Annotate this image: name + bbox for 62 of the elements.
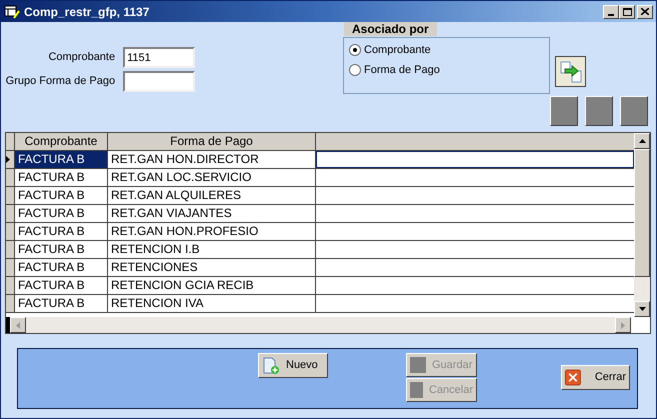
close-icon <box>565 368 581 387</box>
minimize-button[interactable] <box>603 4 619 18</box>
table-cell: FACTURA B <box>15 205 108 222</box>
radio-button[interactable] <box>349 44 361 56</box>
window-title: Comp_restr_gfp, 1137 <box>24 4 150 20</box>
placeholder-icon <box>410 382 423 398</box>
row-pointer-icon <box>6 156 10 163</box>
group-title: Asociado por <box>344 22 437 36</box>
close-form-button[interactable]: Cerrar <box>561 365 630 390</box>
vertical-scrollbar[interactable] <box>634 133 650 317</box>
field-label: Grupo Forma de Pago <box>6 74 116 90</box>
down-arrow-icon[interactable] <box>638 307 646 311</box>
close-button[interactable] <box>637 4 653 18</box>
table-cell: FACTURA B <box>15 151 108 168</box>
table-cell: FACTURA B <box>15 295 108 312</box>
tool-button[interactable] <box>585 96 613 126</box>
grid-corner <box>6 317 10 333</box>
row-selector[interactable] <box>6 223 15 240</box>
table-cell: RET.GAN VIAJANTES <box>108 205 316 222</box>
maximize-icon <box>622 8 632 16</box>
table-cell: FACTURA B <box>15 187 108 204</box>
table-cell: RETENCION IVA <box>108 295 316 312</box>
new-document-icon <box>262 356 280 374</box>
column-header[interactable]: Forma de Pago <box>108 133 316 150</box>
row-selector[interactable] <box>6 259 15 276</box>
new-button[interactable]: Nuevo <box>258 353 328 378</box>
input-field[interactable] <box>123 71 196 92</box>
column-header[interactable]: Comprobante <box>15 133 108 150</box>
transfer-button[interactable] <box>555 56 586 87</box>
table-cell: FACTURA B <box>15 277 108 294</box>
table-cell: RETENCION GCIA RECIB <box>108 277 316 294</box>
table-cell: RET.GAN ALQUILERES <box>108 187 316 204</box>
table-cell: FACTURA B <box>15 241 108 258</box>
table-cell: FACTURA B <box>15 259 108 276</box>
table-icon <box>4 4 20 18</box>
field-label: Comprobante <box>48 50 116 66</box>
tool-button[interactable] <box>620 96 648 126</box>
input-field[interactable]: 1151 <box>123 47 196 68</box>
row-selector[interactable] <box>6 187 15 204</box>
radio-label[interactable]: Forma de Pago <box>364 62 440 78</box>
row-selector[interactable] <box>6 241 15 258</box>
placeholder-icon <box>410 357 426 373</box>
copy-arrow-icon <box>560 60 582 82</box>
tool-button[interactable] <box>550 96 578 126</box>
maximize-button[interactable] <box>619 4 635 18</box>
table-cell: RET.GAN LOC.SERVICIO <box>108 169 316 186</box>
table-cell: FACTURA B <box>15 223 108 240</box>
table-cell: RETENCIONES <box>108 259 316 276</box>
minimize-icon <box>608 14 614 16</box>
table-cell: RET.GAN HON.PROFESIO <box>108 223 316 240</box>
radio-label[interactable]: Comprobante <box>364 42 431 58</box>
row-selector[interactable] <box>6 277 15 294</box>
row-selector[interactable] <box>6 205 15 222</box>
table-cell: FACTURA B <box>15 169 108 186</box>
table-cell: RETENCION I.B <box>108 241 316 258</box>
radio-button[interactable] <box>349 64 361 76</box>
table-cell: RET.GAN HON.DIRECTOR <box>108 151 316 168</box>
row-selector[interactable] <box>6 295 15 312</box>
up-arrow-icon[interactable] <box>638 139 646 143</box>
close-icon <box>641 8 649 15</box>
row-selector[interactable] <box>6 151 15 168</box>
row-selector[interactable] <box>6 169 15 186</box>
